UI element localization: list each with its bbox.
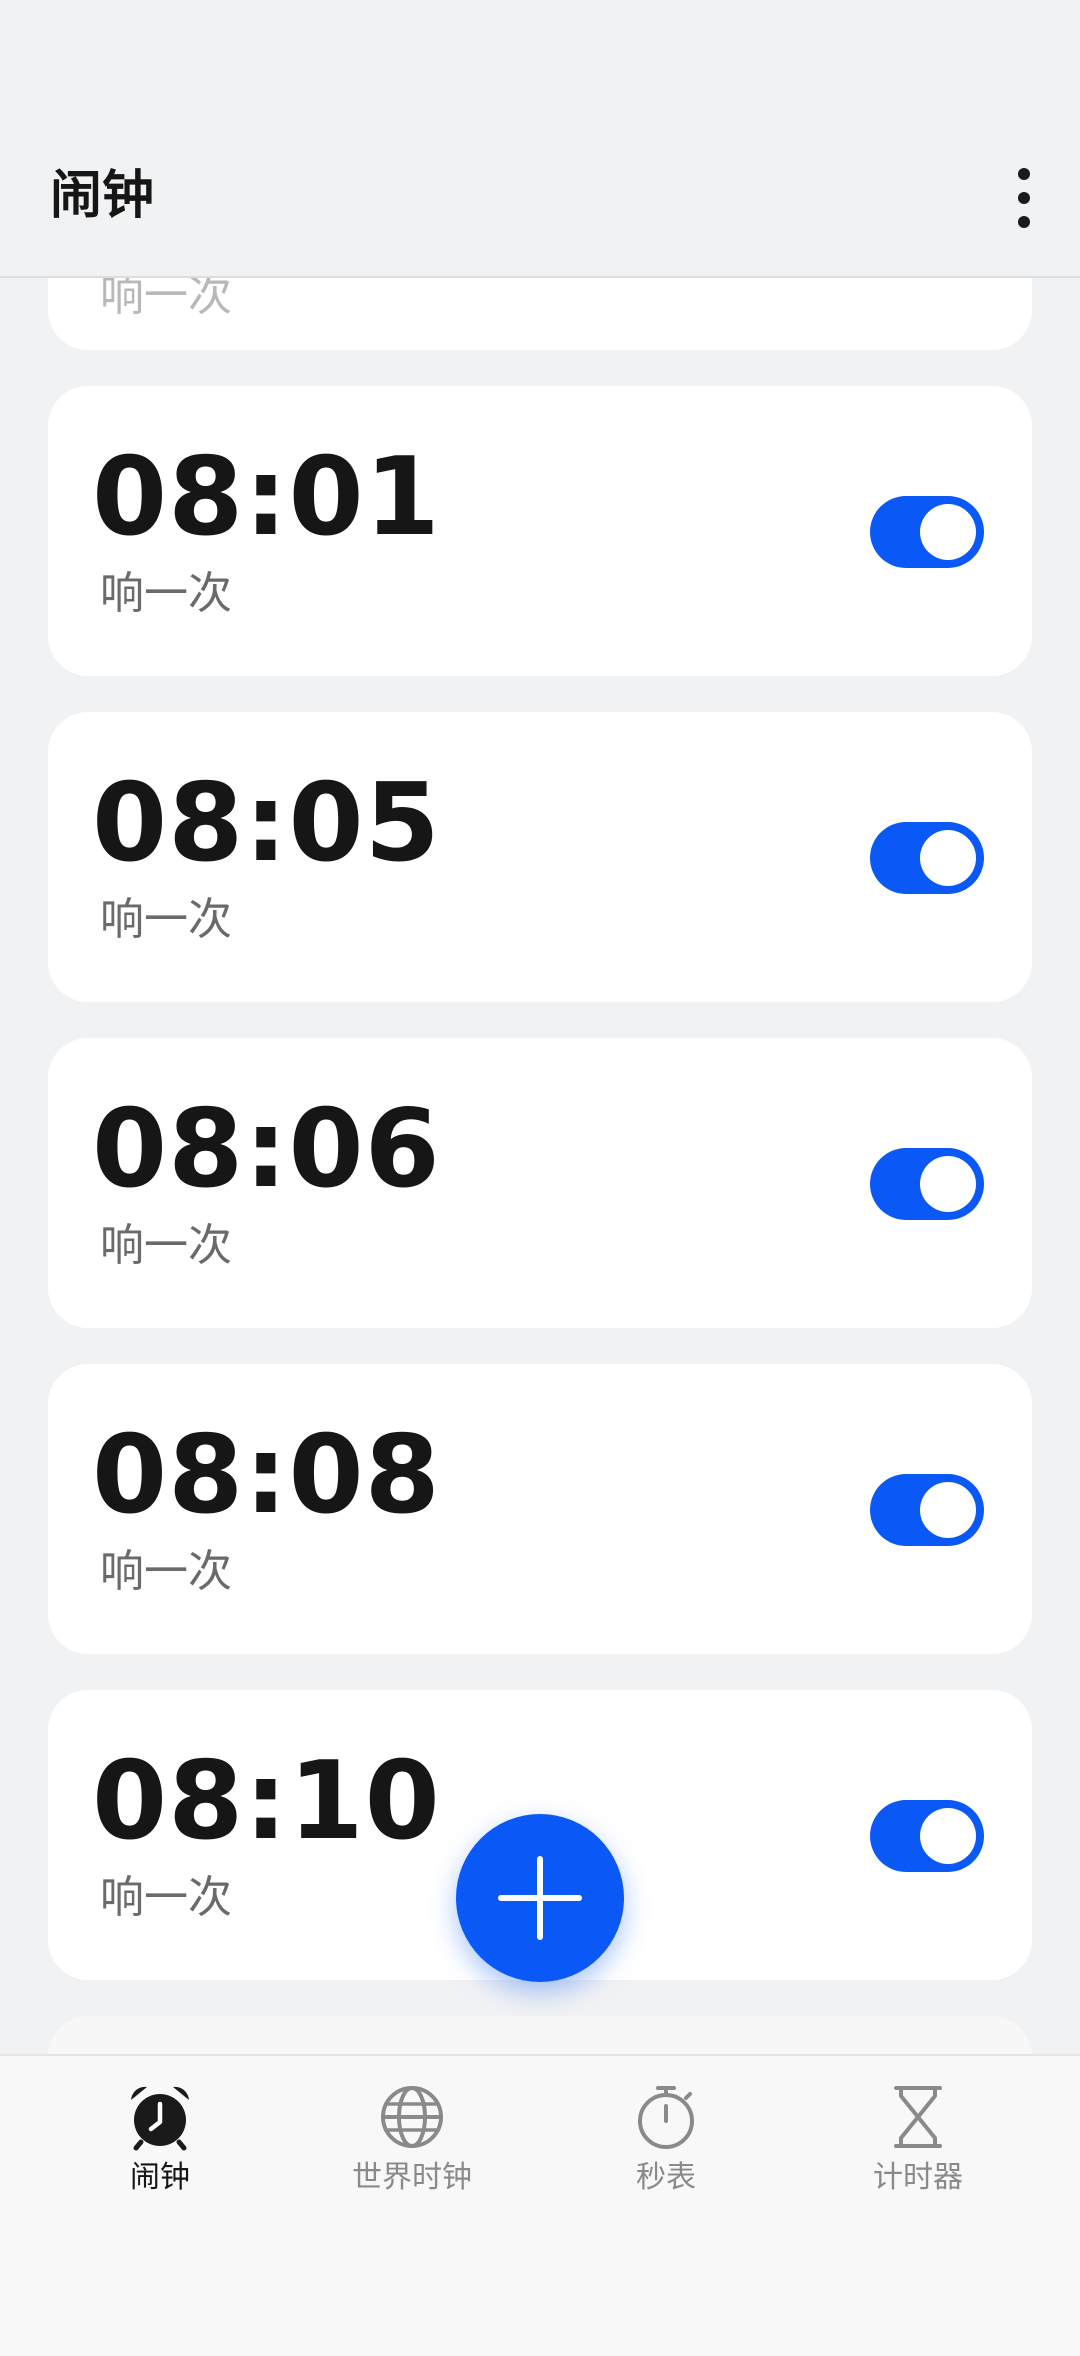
alarm-card[interactable]: 08:06 响一次: [48, 1038, 1032, 1328]
alarm-card-partial[interactable]: 响一次: [48, 278, 1032, 350]
alarm-card[interactable]: 08:01 响一次: [48, 386, 1032, 676]
tab-label: 计时器: [873, 2160, 963, 2195]
toggle-knob: [920, 1482, 976, 1538]
toggle-knob: [920, 504, 976, 560]
alarm-toggle[interactable]: [870, 1474, 984, 1546]
app-bar: 闹钟: [0, 120, 1080, 278]
alarm-time: 08:01: [92, 435, 441, 560]
hourglass-icon: [894, 2086, 942, 2148]
tab-label: 闹钟: [130, 2160, 190, 2195]
alarm-repeat-label: 响一次: [100, 1872, 232, 1923]
toggle-knob: [920, 1156, 976, 1212]
alarm-clock-icon: [131, 2086, 189, 2151]
toggle-knob: [920, 1808, 976, 1864]
alarm-repeat-label: 响一次: [100, 568, 232, 619]
alarm-repeat-label: 响一次: [100, 1220, 232, 1271]
bottom-tab-bar: 闹钟 世界时钟 秒表 计时器: [0, 2054, 1080, 2356]
tab-label: 世界时钟: [352, 2160, 472, 2195]
tab-timer[interactable]: 计时器: [808, 2082, 1028, 2222]
alarm-toggle[interactable]: [870, 1800, 984, 1872]
more-vertical-icon: [1018, 168, 1030, 180]
toggle-knob: [920, 830, 976, 886]
alarm-toggle[interactable]: [870, 822, 984, 894]
alarm-repeat-label: 响一次: [100, 278, 232, 321]
alarm-repeat-label: 响一次: [100, 894, 232, 945]
alarm-time: 08:06: [92, 1087, 441, 1212]
tab-label: 秒表: [636, 2160, 696, 2195]
alarm-time: 08:05: [92, 761, 441, 886]
add-alarm-button[interactable]: [456, 1814, 624, 1982]
alarm-repeat-label: 响一次: [100, 1546, 232, 1597]
status-bar: [0, 0, 1080, 120]
alarm-toggle[interactable]: [870, 1148, 984, 1220]
more-options-button[interactable]: [998, 160, 1050, 236]
alarm-card[interactable]: 08:08 响一次: [48, 1364, 1032, 1654]
alarm-list[interactable]: 响一次 08:01 响一次 08:05 响一次 08:06 响一次 08:08 …: [0, 278, 1080, 2054]
alarm-time: 08:10: [92, 1739, 441, 1864]
tab-stopwatch[interactable]: 秒表: [556, 2082, 776, 2222]
page-title: 闹钟: [50, 166, 155, 226]
globe-icon: [381, 2086, 443, 2148]
tab-alarm[interactable]: 闹钟: [50, 2082, 270, 2222]
stopwatch-icon: [638, 2086, 694, 2149]
alarm-toggle[interactable]: [870, 496, 984, 568]
alarm-time: 08:08: [92, 1413, 441, 1538]
tab-world-clock[interactable]: 世界时钟: [302, 2082, 522, 2222]
alarm-card-partial[interactable]: [48, 2016, 1032, 2054]
alarm-card[interactable]: 08:05 响一次: [48, 712, 1032, 1002]
